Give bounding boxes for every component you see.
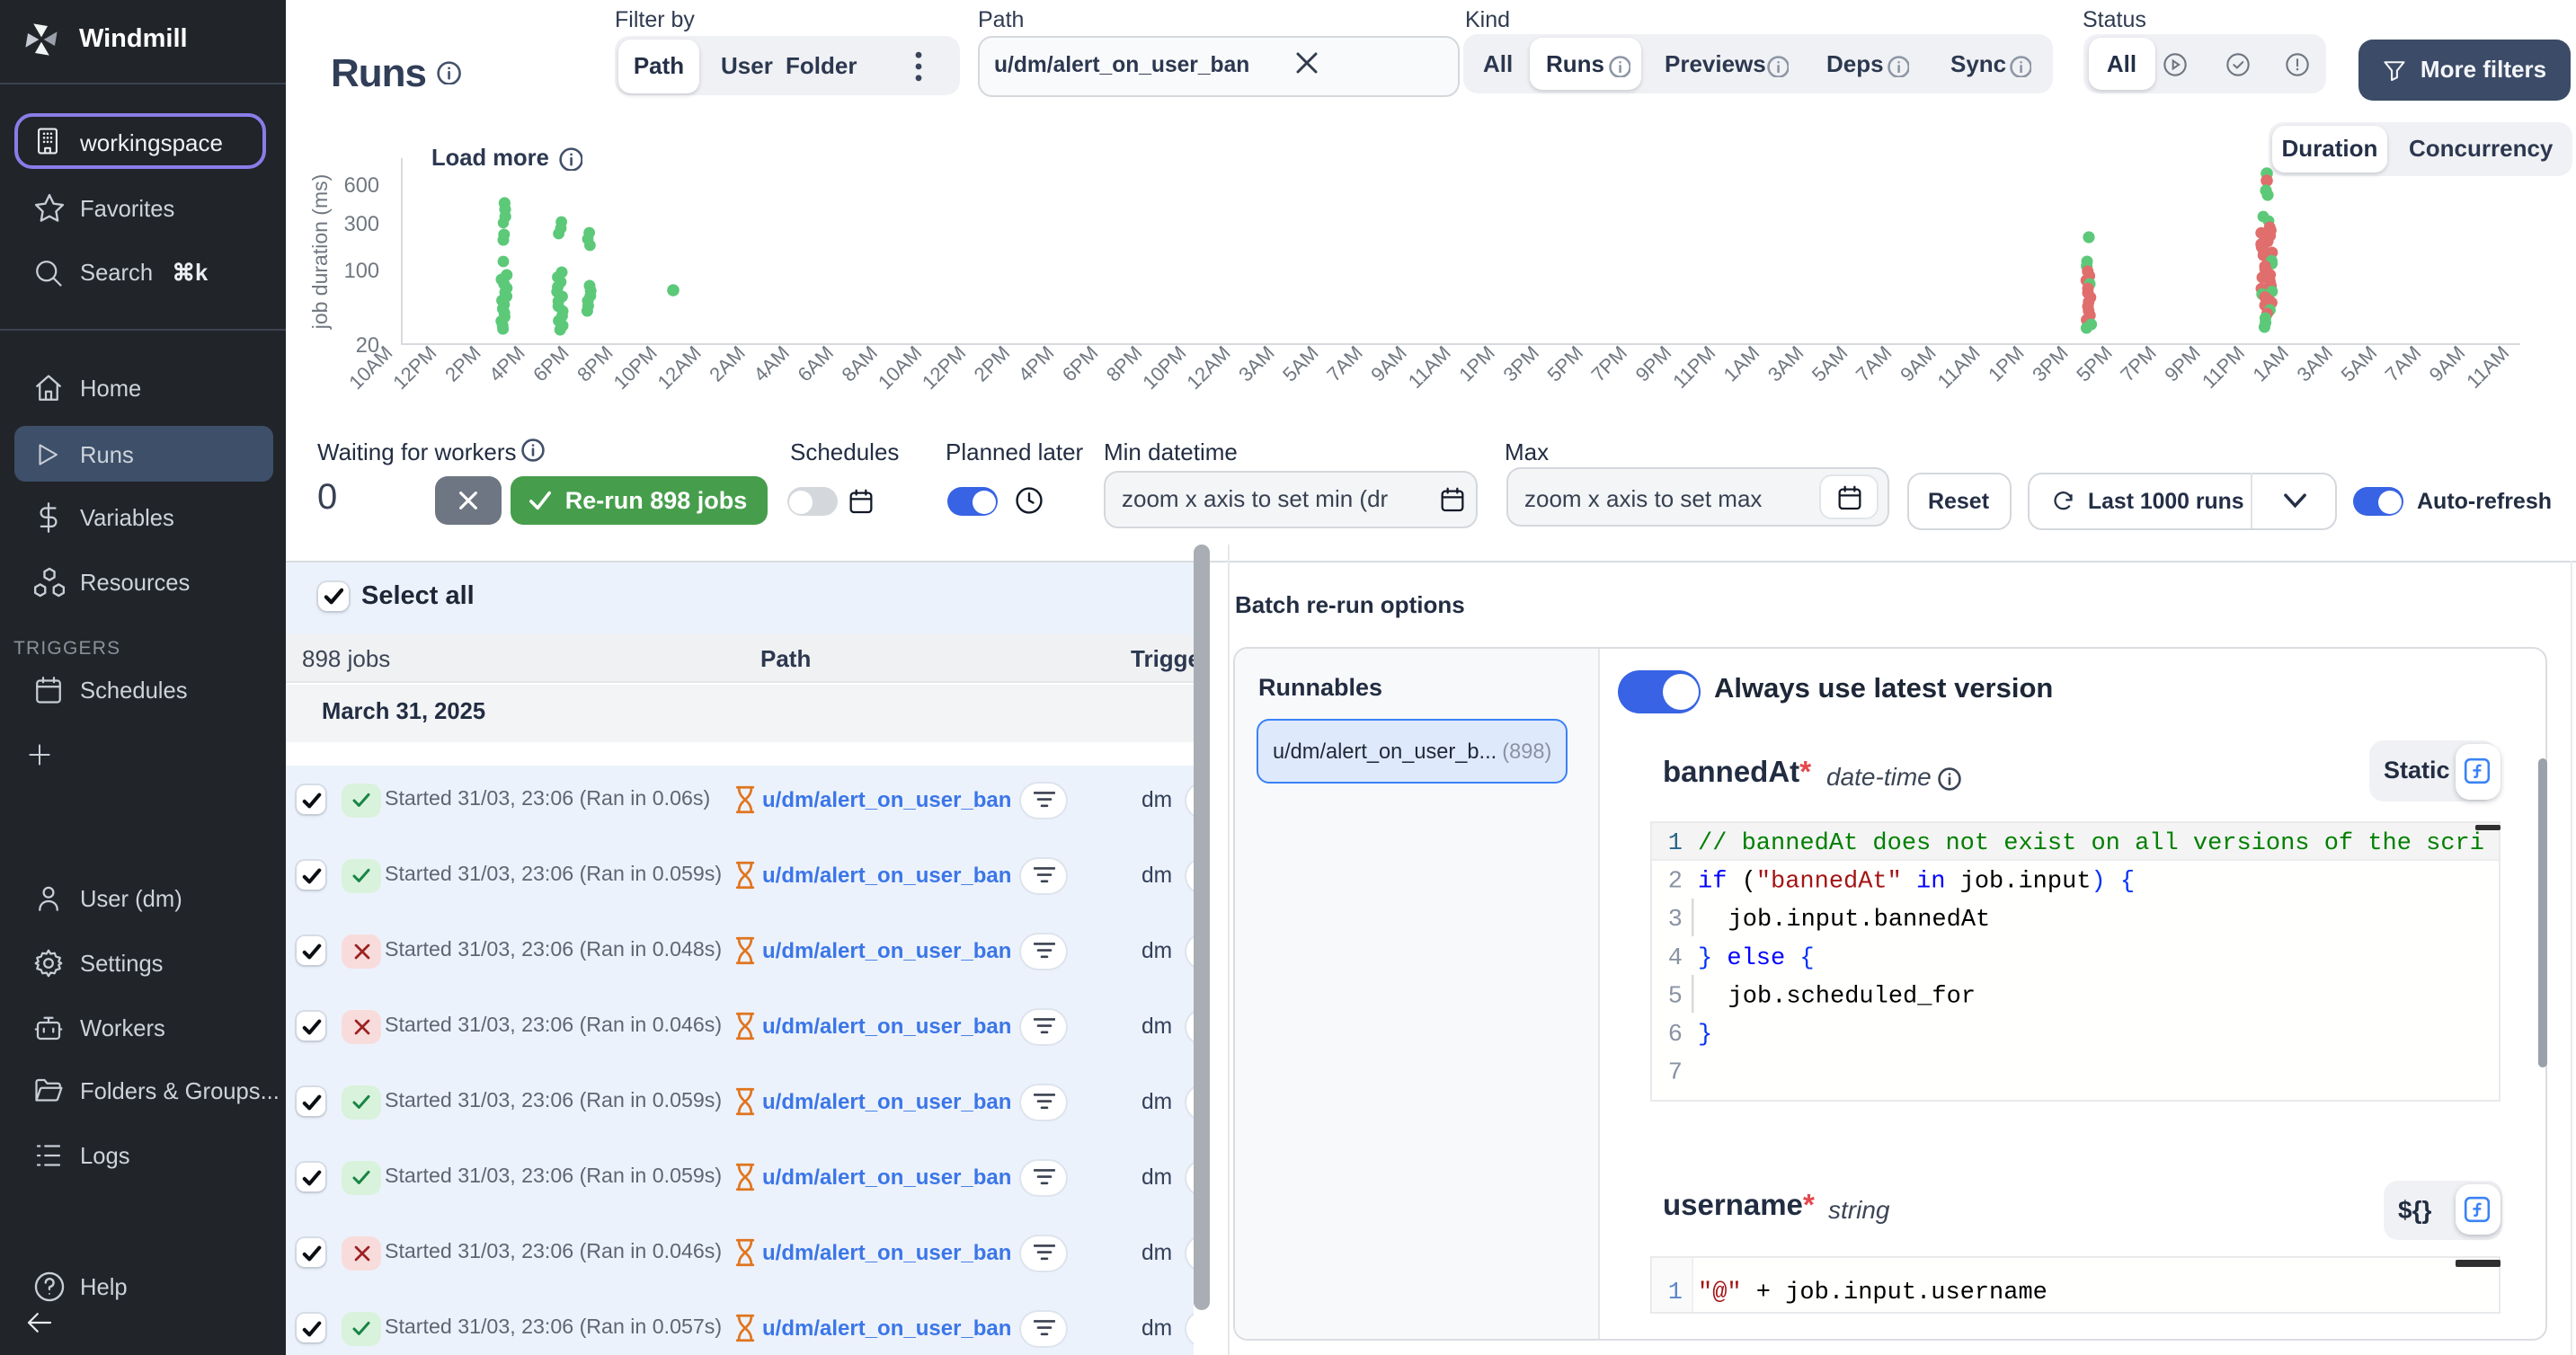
svg-text:11PM: 11PM <box>1668 341 1719 393</box>
svg-text:job duration (ms): job duration (ms) <box>308 174 332 331</box>
svg-text:6: 6 <box>1668 1021 1683 1048</box>
svg-text:3AM: 3AM <box>1234 341 1279 386</box>
svg-text:300: 300 <box>344 213 379 236</box>
svg-text:job.scheduled_for: job.scheduled_for <box>1728 982 1976 1009</box>
svg-text:3AM: 3AM <box>2292 341 2337 386</box>
svg-text:4: 4 <box>1668 944 1683 971</box>
svg-text:1: 1 <box>1668 1279 1683 1306</box>
svg-text:1PM: 1PM <box>1454 341 1499 386</box>
svg-text:10PM: 10PM <box>609 341 662 394</box>
svg-text:5PM: 5PM <box>2072 341 2117 386</box>
svg-text:600: 600 <box>344 174 379 198</box>
svg-text:4AM: 4AM <box>749 341 794 386</box>
svg-text:1: 1 <box>1668 829 1683 856</box>
svg-text:9AM: 9AM <box>1896 341 1941 386</box>
svg-text:12PM: 12PM <box>388 341 440 394</box>
svg-text:4PM: 4PM <box>1014 341 1059 386</box>
svg-text:5AM: 5AM <box>1808 341 1852 386</box>
svg-text:} else {: } else { <box>1698 944 1815 971</box>
svg-text:5AM: 5AM <box>2337 341 2382 386</box>
svg-text:2PM: 2PM <box>970 341 1015 386</box>
svg-text:10AM: 10AM <box>874 341 926 394</box>
svg-text:7: 7 <box>1668 1059 1683 1086</box>
svg-text:11AM: 11AM <box>1933 341 1985 393</box>
svg-text:3PM: 3PM <box>1498 341 1543 386</box>
svg-text:7AM: 7AM <box>1852 341 1896 386</box>
svg-text:9PM: 9PM <box>2160 341 2205 386</box>
svg-text:12AM: 12AM <box>1182 341 1234 394</box>
svg-text:1AM: 1AM <box>2248 341 2293 386</box>
svg-text:3: 3 <box>1668 906 1683 933</box>
svg-text:4PM: 4PM <box>484 341 529 386</box>
svg-text:3AM: 3AM <box>1763 341 1808 386</box>
svg-text:11AM: 11AM <box>1404 341 1455 393</box>
svg-text:3PM: 3PM <box>2028 341 2073 386</box>
svg-text:9PM: 9PM <box>1631 341 1676 386</box>
svg-text:7AM: 7AM <box>1322 341 1367 386</box>
svg-text:job.input.bannedAt: job.input.bannedAt <box>1728 906 1991 933</box>
svg-text:// bannedAt does not exist on: // bannedAt does not exist on all versio… <box>1698 829 2484 856</box>
svg-text:5: 5 <box>1668 982 1683 1009</box>
svg-text:"@" + job.input.username: "@" + job.input.username <box>1698 1279 2047 1306</box>
svg-text:10PM: 10PM <box>1138 341 1190 394</box>
svg-text:7AM: 7AM <box>2381 341 2426 386</box>
svg-text:12PM: 12PM <box>918 341 970 394</box>
svg-text:6PM: 6PM <box>1058 341 1103 386</box>
svg-text:2PM: 2PM <box>440 341 485 386</box>
svg-text:6AM: 6AM <box>793 341 838 386</box>
svg-text:5AM: 5AM <box>1278 341 1323 386</box>
svg-text:7PM: 7PM <box>2116 341 2161 386</box>
svg-text:6PM: 6PM <box>529 341 573 386</box>
svg-text:100: 100 <box>344 260 379 283</box>
svg-text:7PM: 7PM <box>1586 341 1631 386</box>
svg-text:9AM: 9AM <box>1366 341 1411 386</box>
svg-text:}: } <box>1698 1021 1712 1048</box>
svg-text:11AM: 11AM <box>2462 341 2513 393</box>
svg-text:1AM: 1AM <box>1719 341 1764 386</box>
svg-text:11PM: 11PM <box>2198 341 2249 393</box>
svg-text:1PM: 1PM <box>1984 341 2029 386</box>
svg-text:12AM: 12AM <box>653 341 706 394</box>
svg-text:if ("bannedAt" in job.input) {: if ("bannedAt" in job.input) { <box>1698 868 2135 895</box>
svg-text:2: 2 <box>1668 868 1683 895</box>
svg-text:9AM: 9AM <box>2425 341 2470 386</box>
svg-text:2AM: 2AM <box>705 341 750 386</box>
svg-text:5PM: 5PM <box>1542 341 1587 386</box>
